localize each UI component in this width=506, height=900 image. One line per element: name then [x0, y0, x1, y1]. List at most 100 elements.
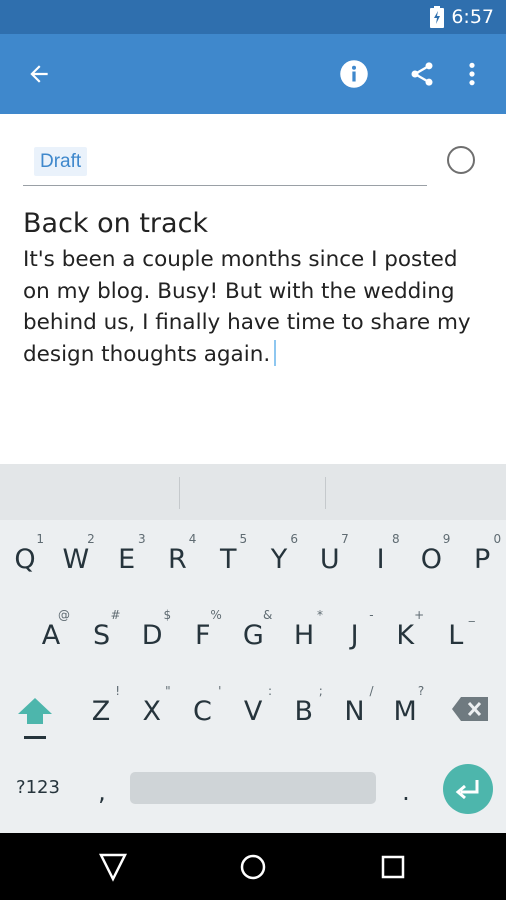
- suggestion-divider: [179, 477, 180, 509]
- post-body-text: It's been a couple months since I posted…: [23, 247, 471, 367]
- key-label: W: [62, 544, 90, 575]
- key-secondary-label: 9: [442, 532, 451, 546]
- key-v[interactable]: V:: [238, 684, 272, 727]
- key-secondary-label: 4: [188, 532, 197, 546]
- key-x[interactable]: X ": [137, 684, 170, 727]
- key-k[interactable]: K +: [390, 608, 424, 651]
- key-d[interactable]: D $: [137, 608, 171, 651]
- arrow-back-icon[interactable]: [19, 54, 59, 94]
- key-label: T: [219, 544, 237, 575]
- nav-recents-icon[interactable]: [377, 851, 409, 883]
- key-label: Z: [91, 696, 111, 727]
- key-l[interactable]: L _: [441, 608, 475, 651]
- key-w[interactable]: W2: [61, 532, 94, 575]
- key-n[interactable]: N /: [340, 684, 373, 727]
- status-time: 6:57: [451, 6, 494, 28]
- key-secondary-label: 3: [137, 532, 146, 546]
- key-label: Y: [270, 544, 288, 575]
- key-m[interactable]: M?: [390, 684, 425, 727]
- key-o[interactable]: O9: [416, 532, 451, 575]
- key-j[interactable]: J-: [340, 608, 374, 651]
- key-label: D: [141, 620, 163, 651]
- post-body[interactable]: It's been a couple months since I posted…: [23, 244, 488, 370]
- key-secondary-label: 1: [36, 532, 44, 546]
- key-b[interactable]: B;: [289, 684, 323, 727]
- info-icon[interactable]: [334, 54, 374, 94]
- key-label: P: [474, 544, 491, 575]
- post-select-radio[interactable]: [447, 146, 475, 174]
- key-secondary-label: -: [369, 608, 374, 622]
- tag-chip-draft[interactable]: Draft: [34, 147, 88, 176]
- key-secondary-label: :: [268, 684, 273, 698]
- key-e[interactable]: E3: [112, 532, 146, 575]
- key-secondary-label: #: [110, 608, 121, 622]
- backspace-key[interactable]: [450, 696, 490, 726]
- key-p[interactable]: P0: [467, 532, 501, 575]
- more-vert-icon[interactable]: [452, 54, 492, 94]
- key-secondary-label: ': [218, 684, 222, 698]
- key-secondary-label: +: [414, 608, 425, 622]
- key-f[interactable]: F%: [188, 608, 222, 651]
- key-u[interactable]: U7: [315, 532, 349, 575]
- key-secondary-label: %: [210, 608, 222, 622]
- key-label: K: [396, 620, 415, 651]
- suggestion-divider: [325, 477, 326, 509]
- key-y[interactable]: Y6: [264, 532, 298, 575]
- nav-back-icon[interactable]: [97, 851, 129, 883]
- key-g[interactable]: G &: [238, 608, 272, 651]
- tag-input[interactable]: Draft: [23, 143, 427, 186]
- key-label: N: [344, 696, 365, 727]
- key-secondary-label: ?: [417, 684, 425, 698]
- key-secondary-label: 6: [290, 532, 298, 546]
- key-secondary-label: 8: [391, 532, 400, 546]
- key-label: U: [319, 544, 340, 575]
- key-label: B: [294, 696, 314, 727]
- shift-key[interactable]: [15, 696, 55, 740]
- key-secondary-label: !: [115, 684, 120, 698]
- symbols-key[interactable]: ?123: [12, 777, 64, 798]
- key-q[interactable]: Q1: [10, 532, 44, 575]
- key-label: Q: [14, 544, 36, 575]
- key-label: G: [242, 620, 264, 651]
- period-key[interactable]: .: [392, 778, 420, 806]
- key-label: H: [293, 620, 315, 651]
- key-secondary-label: @: [58, 608, 70, 622]
- key-t[interactable]: T5: [213, 532, 247, 575]
- space-key[interactable]: [130, 772, 376, 804]
- key-secondary-label: /: [369, 684, 374, 698]
- comma-key[interactable]: ,: [88, 778, 116, 806]
- key-i[interactable]: I8: [366, 532, 400, 575]
- key-label: E: [118, 544, 136, 575]
- nav-home-icon[interactable]: [237, 851, 269, 883]
- key-label: X: [142, 696, 161, 727]
- text-cursor: [274, 339, 277, 366]
- keyboard: ?123 , . Q 1 W 2 E 3 R 4 T 5 Y 6 U 7 I 8 O 9 P 0 A @ S # D $ F% G & H…: [0, 520, 506, 833]
- key-label: V: [243, 696, 263, 727]
- share-icon[interactable]: [402, 54, 442, 94]
- key-secondary-label: ;: [318, 684, 323, 698]
- enter-key[interactable]: [443, 764, 493, 814]
- app-bar: [0, 34, 506, 114]
- key-c[interactable]: C ': [187, 684, 221, 727]
- key-label: O: [420, 544, 443, 575]
- key-secondary-label: 2: [87, 532, 95, 546]
- key-label: L: [448, 620, 464, 651]
- key-z[interactable]: Z!: [86, 684, 120, 727]
- battery-charging-icon: [430, 6, 444, 28]
- post-title[interactable]: Back on track: [23, 208, 208, 239]
- key-secondary-label: _: [468, 608, 475, 622]
- key-secondary-label: 0: [493, 532, 502, 546]
- editor-area: Draft Back on track It's been a couple m…: [0, 114, 506, 464]
- key-label: F: [195, 620, 211, 651]
- key-secondary-label: $: [163, 608, 172, 622]
- key-s[interactable]: S #: [87, 608, 121, 651]
- suggestion-strip: [0, 464, 506, 520]
- key-secondary-label: &: [263, 608, 273, 622]
- key-secondary-label: ": [165, 684, 171, 698]
- key-h[interactable]: H *: [289, 608, 323, 651]
- key-label: C: [192, 696, 212, 727]
- key-secondary-label: *: [317, 608, 323, 622]
- key-a[interactable]: A @: [36, 608, 70, 651]
- key-r[interactable]: R4: [162, 532, 196, 575]
- key-label: J: [350, 620, 359, 651]
